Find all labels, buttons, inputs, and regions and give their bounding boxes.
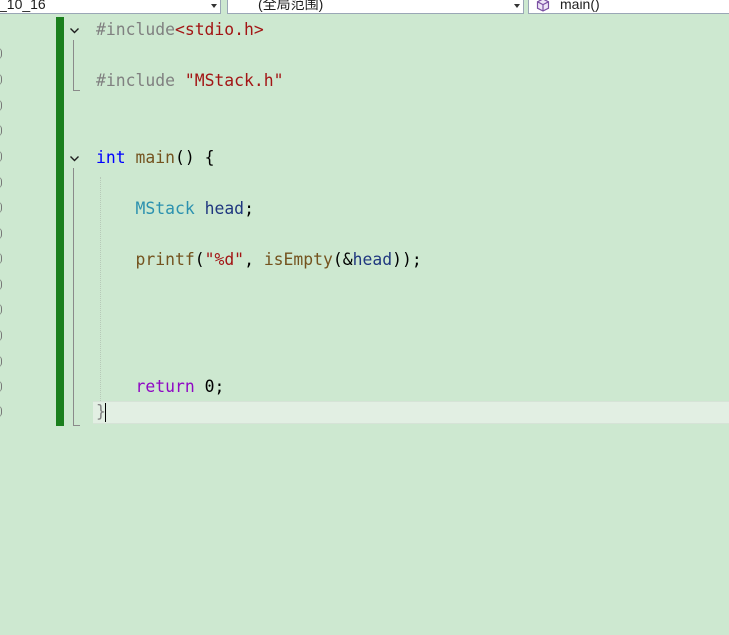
code-token: () { [174,148,215,167]
fold-region-end [73,425,80,426]
line-number-stub [0,406,2,417]
line-number-stub [0,125,2,136]
line-number-stub [0,202,2,213]
chevron-down-icon [70,28,79,34]
fold-toggle-includes[interactable] [67,23,80,36]
fold-region-line [73,168,74,425]
code-token: ; [244,199,254,218]
project-dropdown-label: _10_16 [0,0,46,12]
line-number-stub [0,253,2,264]
chevron-down-icon [70,156,79,162]
text-caret [105,403,106,422]
line-number-stub [0,330,2,341]
fold-region-end [73,90,80,91]
code-editor-window: _10_16 (全局范围) main() #include<stdio.h> #… [0,0,729,635]
project-dropdown[interactable]: _10_16 [0,0,221,14]
cube-icon [536,0,550,13]
line-number-stub [0,48,2,59]
code-line: return 0; [96,375,224,399]
line-number-stub [0,304,2,315]
code-line: MStack head; [96,197,254,221]
scope-dropdown-label: (全局范围) [258,0,324,12]
code-line: printf("%d", isEmpty(&head)); [96,248,422,272]
fold-region-line [73,40,74,90]
line-number-stub [0,228,2,239]
line-number-stub [0,356,2,367]
code-token: int [96,148,126,167]
line-number-stub [0,381,2,392]
code-token: )); [392,250,422,269]
code-token: , [244,250,264,269]
code-token: head [204,199,245,218]
change-tracking-bar [56,17,64,426]
code-token: printf [135,250,195,269]
fold-toggle-main[interactable] [67,151,80,164]
code-token: isEmpty [263,250,333,269]
code-token: MStack [135,199,195,218]
current-line-highlight [93,401,729,424]
line-number-stub [0,151,2,162]
code-token: main [135,148,175,167]
code-token: "%d" [204,250,245,269]
code-token: #include [96,71,175,90]
chevron-down-icon [514,4,520,8]
code-token: ( [194,250,205,269]
scope-dropdown[interactable]: (全局范围) [227,0,524,14]
line-number-stub [0,74,2,85]
chevron-down-icon [211,4,217,8]
code-token: return [135,377,195,396]
navigation-bar: _10_16 (全局范围) main() [0,0,729,15]
code-token: #include [96,20,175,39]
code-line: #include<stdio.h> [96,18,264,42]
code-token: 0; [194,377,225,396]
line-number-stub [0,279,2,290]
code-line: #include "MStack.h" [96,69,284,93]
code-token: "MStack.h" [184,71,284,90]
line-number-stub [0,100,2,111]
code-token: (& [332,250,353,269]
member-dropdown-label: main() [560,0,600,12]
code-token: head [352,250,393,269]
code-line: int main() { [96,146,214,170]
line-number-stub [0,177,2,188]
code-token: <stdio.h> [174,20,264,39]
member-dropdown[interactable]: main() [528,0,729,14]
